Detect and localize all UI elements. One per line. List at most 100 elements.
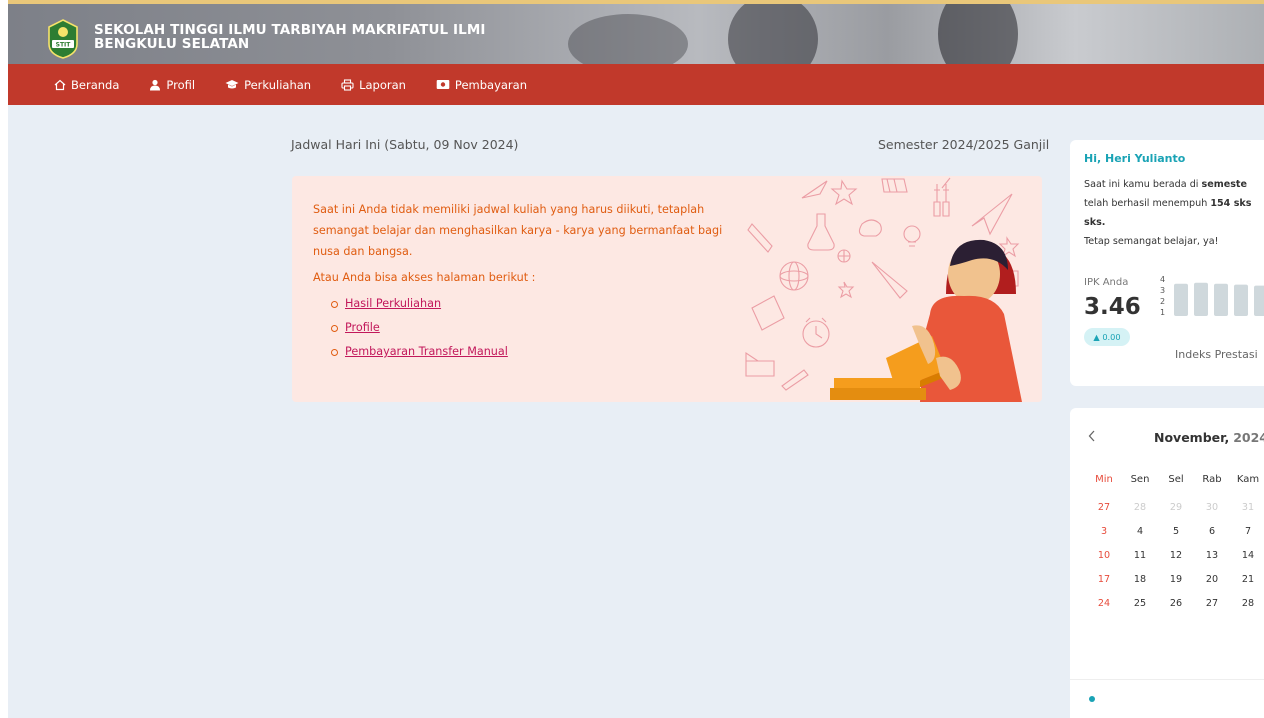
calendar-week-row: 10 11 12 13 14 [1086, 544, 1264, 568]
nav-pembayaran[interactable]: Pembayaran [436, 78, 527, 92]
calendar-day[interactable]: 28 [1122, 496, 1158, 520]
calendar-day[interactable]: 29 [1158, 496, 1194, 520]
nav-beranda[interactable]: Beranda [54, 78, 119, 92]
school-logo-icon: STIT [48, 19, 78, 59]
calendar-card: November, 2024 Min Sen Sel Rab Kam 27 28… [1070, 408, 1264, 718]
ipk-value: 3.46 [1084, 294, 1141, 320]
ipk-bar [1234, 284, 1248, 316]
notice-message: Saat ini Anda tidak memiliki jadwal kuli… [313, 203, 723, 258]
calendar-day[interactable]: 6 [1194, 520, 1230, 544]
calendar-week-row: 3 4 5 6 7 [1086, 520, 1264, 544]
profile-line1-bold: semeste [1201, 179, 1248, 190]
chevron-left-icon [1088, 430, 1095, 442]
list-item: Profile [331, 317, 723, 338]
ipk-bar [1214, 283, 1228, 316]
calendar-day[interactable]: 28 [1230, 592, 1264, 616]
profile-line2-prefix: telah berhasil menempuh [1084, 198, 1211, 209]
logo-text: STIT [56, 42, 72, 49]
calendar-day[interactable]: 12 [1158, 544, 1194, 568]
calendar-weekday-row: Min Sen Sel Rab Kam [1086, 468, 1264, 492]
calendar-day[interactable]: 26 [1158, 592, 1194, 616]
calendar-day[interactable]: 30 [1194, 496, 1230, 520]
calendar-week-row: 17 18 19 20 21 [1086, 568, 1264, 592]
home-icon [54, 79, 66, 90]
header-banner: STIT SEKOLAH TINGGI ILMU TARBIYAH MAKRIF… [8, 0, 1264, 64]
nav-perkuliahan-label: Perkuliahan [244, 77, 312, 92]
weekday-label: Sel [1168, 474, 1184, 485]
nav-laporan[interactable]: Laporan [341, 78, 406, 92]
nav-perkuliahan[interactable]: Perkuliahan [225, 78, 311, 92]
nav-laporan-label: Laporan [359, 77, 406, 92]
calendar-day[interactable]: 18 [1122, 568, 1158, 592]
notice-links: Hasil Perkuliahan Profile Pembayaran Tra… [313, 293, 723, 362]
ipk-mini-chart: 4 3 2 1 [1160, 275, 1264, 317]
nav-beranda-label: Beranda [71, 77, 120, 92]
ipk-bar [1254, 285, 1264, 316]
weekday-label: Min [1095, 474, 1113, 485]
calendar-day[interactable]: 11 [1122, 544, 1158, 568]
notice-text: Saat ini Anda tidak memiliki jadwal kuli… [313, 199, 723, 365]
student-reading-illustration [745, 177, 1022, 402]
calendar-month: November, [1154, 430, 1230, 445]
schedule-title: Jadwal Hari Ini (Sabtu, 09 Nov 2024) [291, 137, 519, 152]
calendar-day[interactable]: 25 [1122, 592, 1158, 616]
user-icon [150, 79, 161, 90]
ipk-delta-badge: ▲ 0.00 [1084, 328, 1130, 346]
greeting: Hi, Heri Yulianto [1084, 152, 1186, 165]
calendar-week-row: 24 25 26 27 28 [1086, 592, 1264, 616]
calendar-day[interactable]: 4 [1122, 520, 1158, 544]
calendar-grid: Min Sen Sel Rab Kam 27 28 29 30 31 3 4 5… [1086, 468, 1264, 616]
calendar-day[interactable]: 13 [1194, 544, 1230, 568]
main-navbar: Beranda Profil Perkuliahan Laporan Pemba… [8, 64, 1264, 105]
no-schedule-notice: Saat ini Anda tidak memiliki jadwal kuli… [292, 176, 1042, 402]
calendar-day[interactable]: 14 [1230, 544, 1264, 568]
calendar-day[interactable]: 31 [1230, 496, 1264, 520]
calendar-prev-button[interactable] [1088, 430, 1096, 446]
profile-card: Hi, Heri Yulianto Saat ini kamu berada d… [1070, 140, 1264, 386]
calendar-day[interactable]: 24 [1086, 592, 1122, 616]
calendar-day[interactable]: 19 [1158, 568, 1194, 592]
calendar-month-title: November, 2024 [1154, 430, 1264, 445]
link-profile[interactable]: Profile [345, 321, 380, 334]
calendar-day[interactable]: 27 [1194, 592, 1230, 616]
profile-line2-bold: 154 sks [1210, 198, 1252, 209]
list-item: Hasil Perkuliahan [331, 293, 723, 314]
link-pembayaran-transfer-manual[interactable]: Pembayaran Transfer Manual [345, 345, 508, 358]
event-dot-indicator [1089, 696, 1095, 702]
calendar-day[interactable]: 3 [1086, 520, 1122, 544]
page-frame: STIT SEKOLAH TINGGI ILMU TARBIYAH MAKRIF… [8, 0, 1264, 718]
calendar-day[interactable]: 7 [1230, 520, 1264, 544]
link-hasil-perkuliahan[interactable]: Hasil Perkuliahan [345, 297, 441, 310]
calendar-day[interactable]: 5 [1158, 520, 1194, 544]
calendar-day[interactable]: 27 [1086, 496, 1122, 520]
notice-access-text: Atau Anda bisa akses halaman berikut : [313, 271, 536, 284]
chart-tick: 3 [1160, 286, 1165, 295]
calendar-day[interactable]: 10 [1086, 544, 1122, 568]
semester-label: Semester 2024/2025 Ganjil [878, 137, 1050, 152]
weekday-label: Kam [1236, 474, 1260, 485]
chart-tick: 1 [1160, 308, 1165, 317]
ipk-bar [1174, 283, 1188, 316]
nav-profil[interactable]: Profil [149, 78, 195, 92]
printer-icon [341, 78, 354, 91]
weekday-label: Rab [1202, 474, 1222, 485]
profile-line1-prefix: Saat ini kamu berada di [1084, 179, 1202, 190]
calendar-week-row: 27 28 29 30 31 [1086, 496, 1264, 520]
ipk-label: IPK Anda [1084, 277, 1129, 288]
graduation-cap-icon [225, 79, 239, 88]
calendar-day[interactable]: 21 [1230, 568, 1264, 592]
chart-title: Indeks Prestasi [1175, 348, 1258, 361]
calendar-day[interactable]: 17 [1086, 568, 1122, 592]
calendar-divider [1070, 679, 1264, 680]
profile-line4: Tetap semangat belajar, ya! [1084, 236, 1219, 247]
ipk-bar [1194, 282, 1208, 316]
profile-line3-bold: sks. [1084, 217, 1106, 228]
list-item: Pembayaran Transfer Manual [331, 341, 723, 362]
calendar-day[interactable]: 20 [1194, 568, 1230, 592]
nav-profil-label: Profil [166, 77, 196, 92]
weekday-label: Sen [1130, 474, 1150, 485]
site-title[interactable]: SEKOLAH TINGGI ILMU TARBIYAH MAKRIFATUL … [94, 23, 554, 51]
calendar-year: 2024 [1233, 430, 1264, 445]
money-icon [436, 80, 450, 89]
chart-tick: 4 [1160, 275, 1165, 284]
